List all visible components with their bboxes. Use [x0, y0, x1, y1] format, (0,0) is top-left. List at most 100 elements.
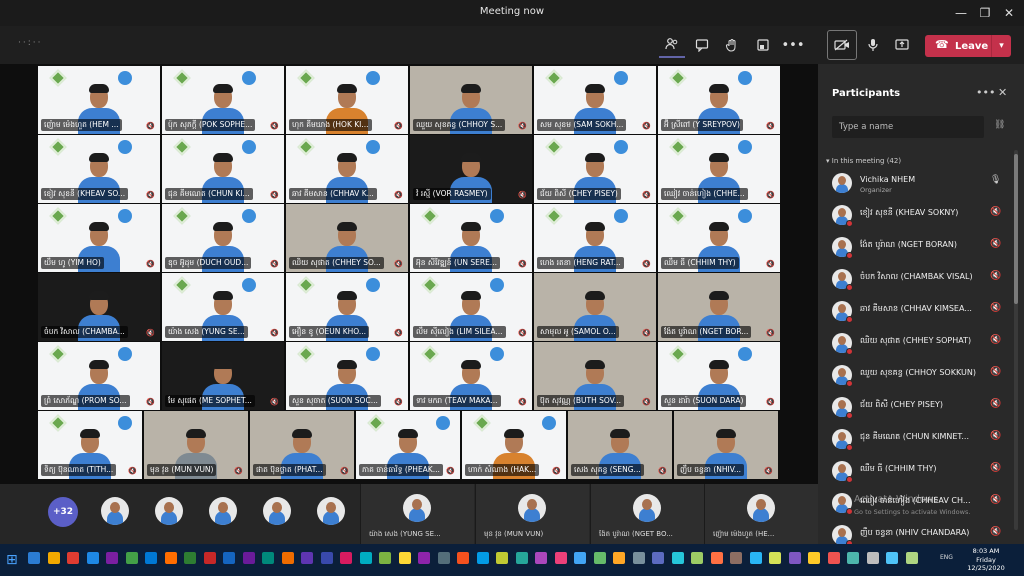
video-tile[interactable]: ឈិយ សុផាត (CHHEY SO... 🔇	[286, 204, 408, 272]
camera-icon[interactable]	[827, 30, 857, 60]
taskbar-app-icon[interactable]	[886, 552, 898, 564]
taskbar-app-icon[interactable]	[67, 552, 79, 564]
video-tile[interactable]: ភាគ ចាន់ធារិទ្ធ (PHEAK... 🔇	[356, 411, 460, 479]
taskbar-app-icon[interactable]	[262, 552, 274, 564]
participant-row[interactable]: ជ័យ ពិសី (CHEY PISEY) 🔇	[818, 394, 1014, 422]
video-tile[interactable]: ជ័យ ពិសី (CHEY PISEY) 🔇	[534, 135, 656, 203]
video-tile[interactable]: ប៊ុត សុវណ្ណ (BUTH SOV... 🔇	[534, 342, 656, 410]
taskbar-app-icon[interactable]	[496, 552, 508, 564]
mic-muted-icon[interactable]: 🔇	[990, 495, 1001, 505]
taskbar-app-icon[interactable]	[223, 552, 235, 564]
taskbar-app-icon[interactable]	[164, 552, 177, 564]
mic-muted-icon[interactable]: 🔇	[990, 239, 1001, 249]
video-tile[interactable]: សេង សុគន្ធ (SENG... 🔇	[568, 411, 672, 479]
video-tile[interactable]: ប៉ុក សុភក្តី (POK SOPHE... 🔇	[162, 66, 284, 134]
participant-row[interactable]: ឈិយ សុផាត (CHHEY SOPHAT) 🔇	[818, 330, 1014, 358]
participant-row[interactable]: ជុន គីមណេត (CHUN KIMNET... 🔇	[818, 426, 1014, 454]
share-invite-icon[interactable]: ⛓	[994, 120, 1005, 130]
video-tile[interactable]: មុន វុន (MUN VUN) 🔇	[144, 411, 248, 479]
raise-hand-icon[interactable]	[719, 32, 745, 58]
language-indicator[interactable]: ENG	[940, 554, 953, 561]
video-tile[interactable]: ហេង រតនា (HENG RAT... 🔇	[534, 204, 656, 272]
taskbar-app-icon[interactable]	[808, 552, 820, 564]
video-tile[interactable]: សម សុខម (SAM SOKH... 🔇	[534, 66, 656, 134]
maximize-button[interactable]: ❐	[974, 3, 996, 23]
taskbar-app-icon[interactable]	[145, 552, 157, 564]
share-screen-icon[interactable]	[889, 32, 915, 58]
taskbar-app-icon[interactable]	[86, 552, 99, 564]
taskbar-app-icon[interactable]	[340, 552, 352, 564]
video-tile[interactable]: ផាត ប៊ុនថ្លាត (PHAT... 🔇	[250, 411, 354, 479]
taskbar-app-icon[interactable]	[593, 552, 606, 564]
taskbar-app-icon[interactable]	[671, 552, 684, 564]
video-tile[interactable]: មែ សុផេត (ME SOPHET... 🔇	[162, 342, 284, 410]
leave-button[interactable]: ☎ Leave ▾	[925, 35, 1011, 57]
video-tile[interactable]: ហុក គីមឃាង (HOK KI... 🔇	[286, 66, 408, 134]
video-tile[interactable]: លឹម ស៊ីលៀង (LIM SILEA... 🔇	[410, 273, 532, 341]
strip-video-tile[interactable]: ញ៉ោម ម៉េងហួត (HE...	[704, 484, 818, 544]
taskbar-app-icon[interactable]	[184, 552, 196, 564]
windows-start-icon[interactable]: ⊞	[6, 552, 18, 568]
participant-row[interactable]: ចំបក វិសាល (CHAMBAK VISAL) 🔇	[818, 266, 1014, 294]
video-tile[interactable]: ឈួយ សុខគន្ធ (CHHOY S... 🔇	[410, 66, 532, 134]
scrollbar[interactable]	[1014, 150, 1018, 530]
video-tile[interactable]: ឆាវ គីមសាន (CHHAV K... 🔇	[286, 135, 408, 203]
participant-row[interactable]: ឈឹម ធី (CHHIM THY) 🔇	[818, 458, 1014, 486]
video-tile[interactable]: ង៉ែត បូរ៉ាណ (NGET BOR... 🔇	[658, 273, 780, 341]
section-header[interactable]: ▾ In this meeting (42)	[826, 157, 901, 165]
taskbar-app-icon[interactable]	[847, 552, 859, 564]
video-tile[interactable]: ខៀវ សុខនី (KHEAV SO... 🔇	[38, 135, 160, 203]
video-tile[interactable]: ញឹប ចន្ធនា (NHIV... 🔇	[674, 411, 778, 479]
minimize-button[interactable]: —	[950, 3, 972, 23]
taskbar-app-icon[interactable]	[749, 552, 762, 564]
taskbar-app-icon[interactable]	[398, 552, 411, 564]
taskbar-app-icon[interactable]	[788, 552, 801, 564]
taskbar-clock[interactable]: 8:03 AM Friday 12/25/2020	[960, 547, 1012, 573]
video-tile[interactable]: ឌុច អ៊ូដុម (DUCH OUD... 🔇	[162, 204, 284, 272]
more-options-icon[interactable]: •••	[976, 86, 995, 99]
video-tile[interactable]: ព្រំ សោភ័ណ្ឌ (PROM SO... 🔇	[38, 342, 160, 410]
video-tile[interactable]: ញ៉ោម ម៉េងហួត (HEM ... 🔇	[38, 66, 160, 134]
video-tile[interactable]: ឈឹម ធី (CHHIM THY) 🔇	[658, 204, 780, 272]
participant-row[interactable]: ឆាវ គីមសាន (CHHAV KIMSEA... 🔇	[818, 298, 1014, 326]
mic-muted-icon[interactable]: 🔇	[990, 335, 1001, 345]
participant-row[interactable]: ង៉ែត បូរ៉ាណ (NGET BORAN) 🔇	[818, 234, 1014, 262]
taskbar-app-icon[interactable]	[379, 552, 391, 564]
video-tile[interactable]: អ៊ុន សិរីវឌ្ឍន៍ (UN SERE... 🔇	[410, 204, 532, 272]
taskbar-app-icon[interactable]	[691, 552, 703, 564]
avatar[interactable]	[263, 497, 291, 525]
video-tile[interactable]: ចំបក វិសាល (CHAMBA... 🔇	[38, 273, 160, 341]
video-tile[interactable]: ហាក់ សំណាង (HAK... 🔇	[462, 411, 566, 479]
close-button[interactable]: ✕	[998, 3, 1020, 23]
taskbar-app-icon[interactable]	[47, 552, 60, 564]
mic-muted-icon[interactable]: 🔇	[990, 527, 1001, 537]
mic-muted-icon[interactable]: 🔇	[990, 431, 1001, 441]
taskbar-app-icon[interactable]	[476, 552, 489, 564]
taskbar-app-icon[interactable]	[457, 552, 469, 564]
chevron-down-icon[interactable]: ▾	[991, 35, 1011, 57]
taskbar-app-icon[interactable]	[769, 552, 781, 564]
taskbar-app-icon[interactable]	[515, 552, 528, 564]
avatar[interactable]	[209, 497, 237, 525]
mic-muted-icon[interactable]: 🔇	[990, 207, 1001, 217]
video-tile[interactable]: សួន ដារ៉ា (SUON DARA) 🔇	[658, 342, 780, 410]
scrollbar-thumb[interactable]	[1014, 154, 1018, 304]
mic-icon[interactable]	[860, 32, 886, 58]
taskbar-app-icon[interactable]	[203, 552, 216, 564]
strip-video-tile[interactable]: យ៉ាង សេង (YUNG SE...	[360, 484, 474, 544]
video-tile[interactable]: វ៉ រស្មី (VOR RASMEY) 🔇	[410, 135, 532, 203]
taskbar-app-icon[interactable]	[827, 552, 840, 564]
taskbar-app-icon[interactable]	[710, 552, 723, 564]
taskbar-app-icon[interactable]	[554, 552, 567, 564]
taskbar-app-icon[interactable]	[281, 552, 294, 564]
mic-muted-icon[interactable]: 🔇	[990, 303, 1001, 313]
taskbar-app-icon[interactable]	[535, 552, 547, 564]
taskbar-app-icon[interactable]	[574, 552, 586, 564]
chat-icon[interactable]	[689, 32, 715, 58]
taskbar-app-icon[interactable]	[632, 552, 645, 564]
video-tile[interactable]: ទិត្យ ប៊ុនណាត (TITH... 🔇	[38, 411, 142, 479]
participant-row[interactable]: ខៀវ សុខនី (KHEAV SOKNY) 🔇	[818, 202, 1014, 230]
video-tile[interactable]: សាមុល អូ (SAMOL O... 🔇	[534, 273, 656, 341]
participant-row[interactable]: Vichika NHEM Organizer 🎙	[818, 170, 1014, 198]
taskbar-app-icon[interactable]	[106, 552, 118, 564]
